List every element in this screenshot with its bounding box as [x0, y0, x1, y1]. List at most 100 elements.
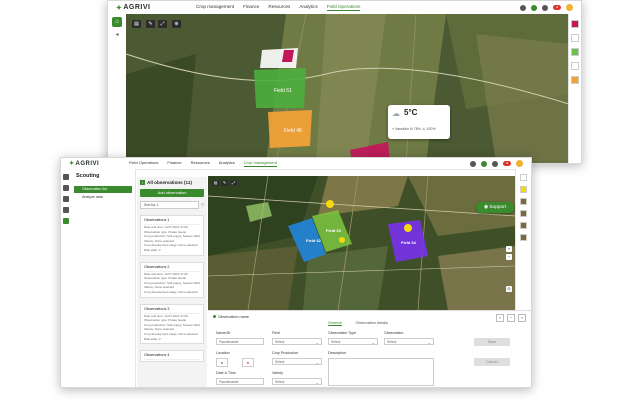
nav-resources[interactable]: Resources: [268, 4, 290, 11]
map-home-icon[interactable]: ⌂: [112, 17, 122, 27]
megaphone-icon[interactable]: ◂: [112, 30, 122, 40]
avatar[interactable]: [566, 4, 573, 11]
help-icon[interactable]: [520, 4, 526, 11]
nav-crop-management[interactable]: Crop management: [243, 160, 277, 167]
layers-button[interactable]: ▤: [132, 20, 141, 28]
minimize-icon[interactable]: −: [507, 314, 515, 322]
form-window-controls: ▪ − ×: [496, 314, 526, 322]
close-icon[interactable]: ×: [518, 314, 526, 322]
scouting-panel: Scouting Observation list Analyze data: [71, 169, 136, 387]
background-app-window: ✦ AGRIVI Crop management Finance Resource…: [107, 0, 582, 164]
observations-header: ‹ All observations (11): [140, 180, 192, 185]
front-satellite-map[interactable]: Field 62 Field 63 Field 64 ▤ ✎ ⤢ + − ◎: [208, 176, 516, 310]
legend-swatch-white[interactable]: [571, 34, 579, 42]
pin-red-icon[interactable]: ●: [242, 358, 254, 367]
observation-card[interactable]: Observations 2 Date and time: 14.07.2023…: [140, 261, 204, 298]
status-dot-icon: [213, 315, 216, 318]
sync-icon[interactable]: [531, 4, 537, 11]
save-icon[interactable]: ▪: [496, 314, 504, 322]
fullscreen-button[interactable]: ⤢: [158, 20, 167, 28]
notification-badge[interactable]: ●: [503, 161, 511, 166]
scouting-icon[interactable]: [63, 218, 69, 224]
notification-badge[interactable]: ●: [553, 5, 561, 10]
description-label: Description: [328, 351, 346, 355]
notes-icon[interactable]: [63, 207, 69, 213]
fullscreen-button[interactable]: ⤢: [230, 180, 237, 186]
help-icon[interactable]: [470, 160, 476, 167]
chevron-down-icon: ⌄: [427, 340, 431, 345]
nav-analytics[interactable]: Analytics: [299, 4, 317, 11]
nav-analytics[interactable]: Analytics: [219, 160, 235, 167]
zoom-in-button[interactable]: +: [506, 246, 512, 252]
observation-card[interactable]: Observations 1 Date and time: 14.07.2023…: [140, 215, 204, 256]
description-textarea[interactable]: [328, 358, 434, 386]
menu-analyze-data[interactable]: Analyze data: [74, 194, 132, 201]
svg-text:Field 64: Field 64: [401, 240, 417, 245]
measure-button[interactable]: ⊕: [172, 20, 181, 28]
weather-precipitation: 100%: [426, 127, 436, 131]
crop-production-select[interactable]: Select ⌄: [272, 358, 322, 365]
weather-place: Varaždin: [395, 127, 409, 131]
observations-panel: ‹ All observations (11) Add observation S…: [137, 177, 207, 387]
date-time-input[interactable]: Pauzlenaster: [216, 378, 264, 385]
back-arrow-icon[interactable]: ‹: [140, 180, 145, 185]
nav-finance[interactable]: Finance: [167, 160, 181, 167]
nav-field-operations[interactable]: Field Operations: [326, 4, 361, 11]
legend-swatch-yellow[interactable]: [520, 186, 527, 193]
filter-funnel-icon[interactable]: ▽: [201, 203, 204, 207]
svg-text:Field 61: Field 61: [274, 88, 292, 94]
filter-icon[interactable]: [63, 185, 69, 191]
cancel-button[interactable]: Cancel: [474, 358, 510, 366]
observation-type-label: Observation Type: [328, 331, 357, 335]
nav-crop-management[interactable]: Crop management: [196, 4, 234, 11]
observation-card[interactable]: Observations 4: [140, 350, 204, 363]
avatar[interactable]: [516, 160, 523, 167]
observation-card-line: Risk state: 3: [144, 247, 161, 252]
form-header: Observation name: [213, 315, 249, 319]
legend-swatch-pink[interactable]: [571, 20, 579, 28]
back-satellite-map[interactable]: Field 61 Field 48 ▤ ✎ ⤢ ⊕: [126, 14, 569, 163]
locate-me-button[interactable]: ◎: [506, 286, 512, 292]
pin-green-icon[interactable]: ●: [216, 358, 228, 367]
observation-type-select[interactable]: Select ⌄: [328, 338, 378, 345]
sort-select[interactable]: Sort by: L: [140, 201, 200, 209]
observation-select[interactable]: Select ⌄: [384, 338, 434, 345]
variety-select[interactable]: Select ⌄: [272, 378, 322, 385]
chevron-down-icon: ⌄: [371, 340, 375, 345]
weather-details: ⌖ Varaždin ◍ 78% ⁂ 100%: [392, 127, 436, 131]
zoom-out-button[interactable]: −: [506, 254, 512, 260]
legend-swatch-white[interactable]: [520, 174, 527, 181]
layers-button[interactable]: ▤: [212, 180, 219, 186]
variety-label: Variety: [272, 371, 283, 375]
calendar-icon[interactable]: [63, 196, 69, 202]
legend-swatch-brown-3[interactable]: [520, 222, 527, 229]
location-label: Location: [216, 351, 230, 355]
legend-swatch-orange[interactable]: [571, 76, 579, 84]
field-select[interactable]: Select ⌄: [272, 338, 322, 345]
nav-finance[interactable]: Finance: [243, 4, 259, 11]
legend-swatch-brown-2[interactable]: [520, 210, 527, 217]
legend-swatch-green[interactable]: [571, 48, 579, 56]
legend-swatch-brown[interactable]: [520, 198, 527, 205]
dashboard-icon[interactable]: [63, 174, 69, 180]
support-button[interactable]: ◉ Support: [476, 202, 514, 213]
edit-tool-button[interactable]: ✎: [146, 20, 155, 28]
save-button[interactable]: Save: [474, 338, 510, 346]
legend-swatch-brown-4[interactable]: [520, 234, 527, 241]
tab-general[interactable]: General: [328, 321, 342, 326]
tab-observation-details[interactable]: Observation details: [356, 321, 389, 326]
legend-swatch-white-2[interactable]: [571, 62, 579, 70]
bell-icon[interactable]: [492, 160, 498, 167]
edit-tool-button[interactable]: ✎: [221, 180, 228, 186]
name-input[interactable]: Pauzlenaster: [216, 338, 264, 345]
nav-field-operations[interactable]: Field Operations: [129, 160, 158, 167]
add-observation-button[interactable]: Add observation: [140, 189, 204, 197]
menu-observation-list[interactable]: Observation list: [74, 186, 132, 193]
date-time-label: Date & Time: [216, 371, 236, 375]
observation-card[interactable]: Observations 3 Date and time: 14.07.2023…: [140, 303, 204, 345]
back-sidebar: ⌂ ◂: [108, 14, 127, 163]
observation-label: Observation: [384, 331, 404, 335]
bell-icon[interactable]: [542, 4, 548, 11]
nav-resources[interactable]: Resources: [191, 160, 210, 167]
sync-icon[interactable]: [481, 160, 487, 167]
